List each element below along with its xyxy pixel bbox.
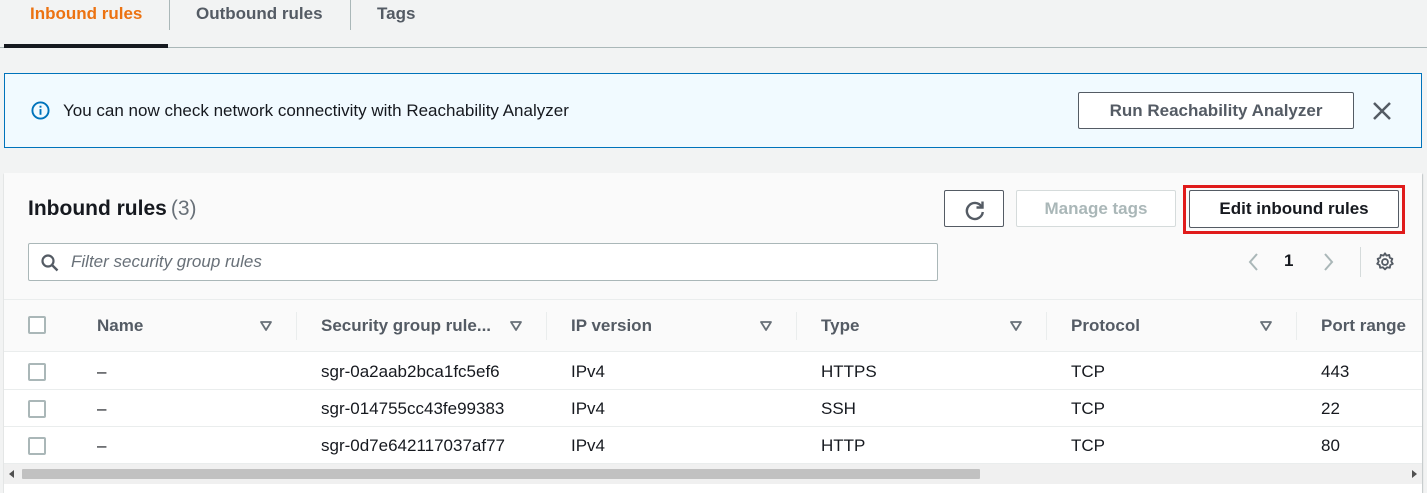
close-icon[interactable]: [1371, 100, 1393, 122]
cell-rule-id: sgr-0a2aab2bca1fc5ef6: [321, 362, 500, 381]
active-tab-indicator: [4, 44, 168, 48]
column-header-protocol[interactable]: Protocol: [1071, 300, 1140, 352]
sort-caret-down-icon[interactable]: [759, 319, 773, 333]
cell-ip-version: IPv4: [571, 436, 606, 455]
cell-port-range: 80: [1321, 436, 1340, 455]
panel-title: Inbound rules (3): [28, 197, 197, 221]
info-banner: You can now check network connectivity w…: [4, 73, 1422, 148]
refresh-icon: [965, 201, 984, 221]
column-header-ip-version[interactable]: IP version: [571, 300, 652, 352]
cell-rule-id: sgr-0d7e642117037af77: [321, 436, 506, 455]
info-icon: [31, 101, 50, 120]
cell-protocol: TCP: [1071, 436, 1105, 455]
tab-divider: [169, 0, 170, 30]
pager-divider: [1360, 247, 1361, 277]
cell-ip-version: IPv4: [571, 399, 606, 418]
cell-port-range: 22: [1321, 399, 1340, 418]
tab-tags[interactable]: Tags: [377, 2, 415, 50]
cell-name: –: [97, 436, 107, 455]
sort-caret-down-icon[interactable]: [509, 319, 523, 333]
cell-protocol: TCP: [1071, 399, 1105, 418]
scrollbar-thumb[interactable]: [22, 469, 980, 479]
cell-type: SSH: [821, 399, 856, 418]
page-number[interactable]: 1: [1284, 251, 1293, 271]
horizontal-scrollbar[interactable]: [4, 464, 1422, 484]
sort-caret-down-icon[interactable]: [1259, 319, 1273, 333]
column-header-name[interactable]: Name: [97, 300, 143, 352]
column-divider: [546, 312, 547, 340]
refresh-button[interactable]: [944, 190, 1004, 227]
column-divider: [1046, 312, 1047, 340]
table-header: Name Security group rule... IP version T…: [4, 300, 1422, 352]
sort-caret-down-icon[interactable]: [259, 319, 273, 333]
row-checkbox[interactable]: [28, 400, 46, 418]
rule-count: (3): [170, 197, 197, 220]
cell-type: HTTPS: [821, 362, 877, 381]
cell-ip-version: IPv4: [571, 362, 606, 381]
cell-rule-id: sgr-014755cc43fe99383: [321, 399, 505, 418]
row-checkbox[interactable]: [28, 437, 46, 455]
column-divider: [1296, 312, 1297, 340]
run-reachability-analyzer-button[interactable]: Run Reachability Analyzer: [1078, 92, 1354, 129]
select-all-checkbox[interactable]: [28, 316, 46, 334]
table-row[interactable]: – sgr-0d7e642117037af77 IPv4 HTTP TCP 80: [4, 427, 1422, 464]
manage-tags-button[interactable]: Manage tags: [1016, 190, 1176, 227]
tab-bar: Inbound rules Outbound rules Tags: [0, 0, 1427, 48]
filter-search-box: [28, 243, 938, 281]
tab-outbound-rules[interactable]: Outbound rules: [196, 2, 323, 50]
column-divider: [296, 312, 297, 340]
sort-caret-down-icon[interactable]: [1009, 319, 1023, 333]
filter-input[interactable]: [71, 250, 921, 274]
panel-header: Inbound rules (3) Manage tags Edit inboun…: [4, 173, 1422, 300]
column-header-type[interactable]: Type: [821, 300, 859, 352]
tab-divider: [350, 0, 351, 30]
cell-port-range: 443: [1321, 362, 1350, 381]
cell-name: –: [97, 362, 107, 381]
tab-inbound-rules[interactable]: Inbound rules: [30, 2, 142, 50]
previous-page-icon[interactable]: [1244, 251, 1264, 273]
cell-protocol: TCP: [1071, 362, 1105, 381]
cell-name: –: [97, 399, 107, 418]
table-row[interactable]: – sgr-014755cc43fe99383 IPv4 SSH TCP 22: [4, 390, 1422, 427]
column-header-port-range[interactable]: Port range: [1321, 300, 1406, 352]
gear-icon[interactable]: [1374, 251, 1396, 273]
next-page-icon[interactable]: [1318, 251, 1338, 273]
column-header-rule-id[interactable]: Security group rule...: [321, 300, 491, 352]
info-banner-message: You can now check network connectivity w…: [63, 101, 569, 120]
inbound-rules-panel: Inbound rules (3) Manage tags Edit inboun…: [4, 173, 1422, 493]
scroll-right-icon[interactable]: [1409, 469, 1419, 479]
row-checkbox[interactable]: [28, 363, 46, 381]
cell-type: HTTP: [821, 436, 866, 455]
scroll-left-icon[interactable]: [7, 469, 17, 479]
panel-title-text: Inbound rules: [28, 197, 167, 220]
edit-inbound-rules-button[interactable]: Edit inbound rules: [1189, 190, 1399, 228]
column-divider: [796, 312, 797, 340]
table-row[interactable]: – sgr-0a2aab2bca1fc5ef6 IPv4 HTTPS TCP 4…: [4, 353, 1422, 390]
search-icon: [41, 254, 59, 272]
